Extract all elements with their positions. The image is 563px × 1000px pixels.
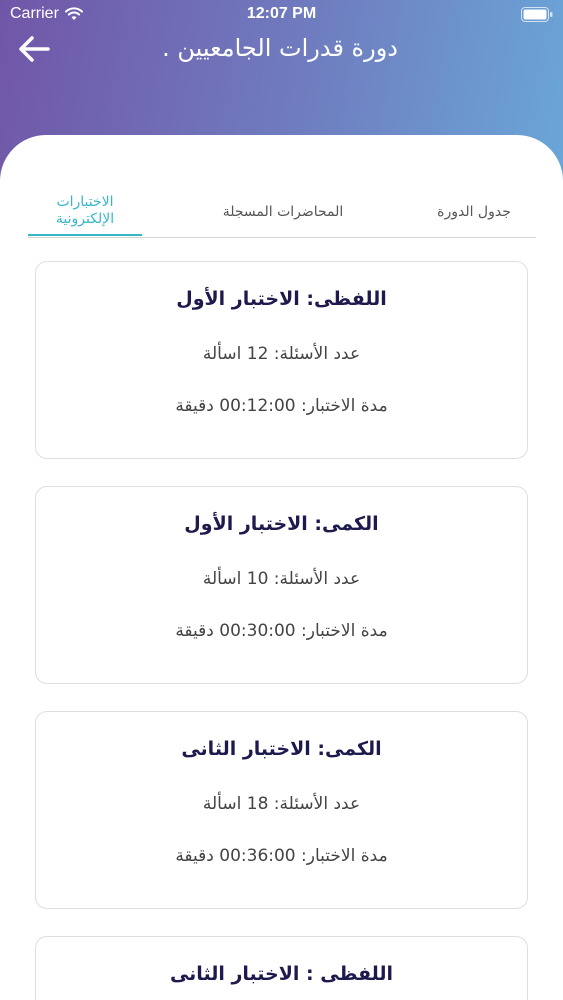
- back-button[interactable]: [14, 32, 54, 66]
- exam-question-count: عدد الأسئلة: 12 اسألة: [202, 344, 361, 364]
- tab-bar: الاختبارات الإلكترونية المحاضرات المسجلة…: [28, 188, 536, 238]
- exam-card[interactable]: الكمى: الاختبار الأول عدد الأسئلة: 10 اس…: [35, 486, 528, 684]
- status-bar: Carrier 12:07 PM: [0, 0, 563, 30]
- exam-title: اللفظى: الاختبار الأول: [176, 288, 387, 310]
- tab-label: الاختبارات الإلكترونية: [55, 194, 115, 227]
- battery-icon: [521, 7, 553, 22]
- exam-title: الكمى: الاختبار الثانى: [181, 738, 382, 760]
- tab-recorded-lectures[interactable]: المحاضرات المسجلة: [218, 188, 348, 236]
- exam-duration: مدة الاختبار: 00:36:00 دقيقة: [175, 846, 388, 866]
- exam-question-count: عدد الأسئلة: 10 اسألة: [202, 569, 361, 589]
- exam-duration: مدة الاختبار: 00:30:00 دقيقة: [175, 621, 388, 641]
- exam-question-count: عدد الأسئلة: 18 اسألة: [202, 794, 361, 814]
- tab-label: المحاضرات المسجلة: [222, 203, 344, 220]
- arrow-left-icon: [19, 36, 50, 62]
- exam-card[interactable]: اللفظى : الاختبار الثانى: [35, 936, 528, 1000]
- tab-course-schedule[interactable]: جدول الدورة: [412, 188, 536, 236]
- nav-bar: دورة قدرات الجامعيين .: [0, 30, 563, 70]
- exam-card[interactable]: الكمى: الاختبار الثانى عدد الأسئلة: 18 ا…: [35, 711, 528, 909]
- status-time: 12:07 PM: [246, 5, 317, 22]
- exam-duration: مدة الاختبار: 00:12:00 دقيقة: [175, 396, 388, 416]
- exam-card[interactable]: اللفظى: الاختبار الأول عدد الأسئلة: 12 ا…: [35, 261, 528, 459]
- tab-electronic-exams[interactable]: الاختبارات الإلكترونية: [28, 188, 142, 236]
- exam-title: الكمى: الاختبار الأول: [184, 513, 379, 535]
- page-title: دورة قدرات الجامعيين .: [162, 34, 398, 62]
- exam-title: اللفظى : الاختبار الثانى: [169, 963, 394, 985]
- tab-label: جدول الدورة: [437, 203, 511, 220]
